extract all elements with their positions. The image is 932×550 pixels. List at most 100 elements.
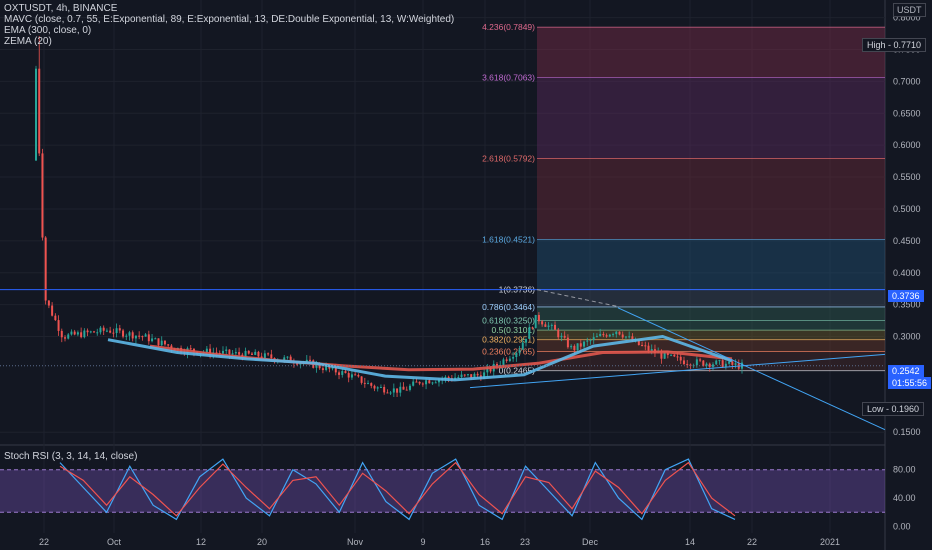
candle-body bbox=[563, 335, 566, 338]
candle-body bbox=[47, 300, 50, 306]
rsi-band-fill bbox=[0, 469, 885, 513]
x-tick-label: 22 bbox=[747, 537, 757, 547]
x-tick-label: 14 bbox=[685, 537, 695, 547]
candle-body bbox=[618, 331, 621, 335]
fib-level-label: 3.618(0.7063) bbox=[482, 72, 535, 82]
candle-body bbox=[711, 364, 714, 367]
candle-body bbox=[554, 324, 557, 330]
fib-zone bbox=[537, 158, 885, 240]
candle-body bbox=[728, 361, 731, 364]
candle-body bbox=[157, 338, 160, 346]
candle-body bbox=[254, 351, 257, 355]
indicator-mavc[interactable]: MAVC (close, 0.7, 55, E:Exponential, 89,… bbox=[4, 14, 454, 25]
currency-unit[interactable]: USDT bbox=[893, 3, 926, 17]
candle-body bbox=[70, 331, 73, 335]
candle-body bbox=[286, 356, 289, 358]
candle-body bbox=[238, 352, 241, 355]
candle-body bbox=[505, 359, 508, 361]
candle-body bbox=[583, 341, 586, 347]
y-tick-label: 0.6500 bbox=[893, 108, 921, 118]
candle-body bbox=[595, 336, 598, 338]
candle-body bbox=[270, 354, 273, 359]
candle-body bbox=[528, 327, 531, 339]
candle-body bbox=[715, 360, 718, 365]
candle-body bbox=[234, 352, 237, 354]
y-tick-label: 0.1500 bbox=[893, 427, 921, 437]
symbol-title[interactable]: OXTUSDT, 4h, BINANCE bbox=[4, 3, 454, 14]
candle-body bbox=[676, 356, 679, 358]
candle-body bbox=[321, 368, 324, 371]
candle-body bbox=[154, 338, 157, 340]
candle-body bbox=[695, 359, 698, 366]
candle-body bbox=[147, 334, 150, 342]
candle-body bbox=[228, 349, 231, 355]
candle-body bbox=[708, 363, 711, 367]
candle-body bbox=[112, 332, 115, 334]
candle-body bbox=[599, 333, 602, 337]
candle-body bbox=[396, 388, 399, 393]
fib-level-label: 0.618(0.3250) bbox=[482, 316, 535, 326]
candle-body bbox=[399, 386, 402, 393]
candle-body bbox=[679, 356, 682, 361]
candle-body bbox=[476, 373, 479, 376]
chart-canvas[interactable]: 4.236(0.7849) 3.618(0.7063) 2.618(0.5792) 1… bbox=[0, 0, 932, 550]
candle-body bbox=[379, 386, 382, 388]
candle-body bbox=[621, 334, 624, 338]
candle-body bbox=[670, 354, 673, 356]
candle-body bbox=[682, 360, 685, 365]
candle-body bbox=[579, 343, 582, 347]
x-tick-label: 16 bbox=[480, 537, 490, 547]
candle-body bbox=[663, 352, 666, 359]
candle-body bbox=[93, 331, 96, 333]
x-tick-label: 22 bbox=[39, 537, 49, 547]
candle-body bbox=[550, 324, 553, 326]
candle-body bbox=[373, 385, 376, 389]
candle-body bbox=[644, 345, 647, 347]
candle-body bbox=[105, 330, 108, 332]
indicator-ema[interactable]: EMA (300, close, 0) bbox=[4, 25, 454, 36]
candle-body bbox=[470, 374, 473, 378]
candle-body bbox=[357, 375, 360, 377]
candle-body bbox=[383, 386, 386, 393]
candle-body bbox=[408, 385, 411, 390]
indicator-zema[interactable]: ZEMA (20) bbox=[4, 36, 454, 47]
candle-body bbox=[466, 374, 469, 376]
chart-legend: OXTUSDT, 4h, BINANCE MAVC (close, 0.7, 5… bbox=[4, 3, 454, 47]
candle-body bbox=[515, 352, 518, 358]
candle-body bbox=[89, 331, 92, 333]
candle-body bbox=[76, 332, 79, 335]
fib-level-label: 0.786(0.3464) bbox=[482, 302, 535, 312]
candle-body bbox=[460, 374, 463, 378]
candle-body bbox=[350, 374, 353, 378]
candle-body bbox=[250, 353, 253, 355]
candle-body bbox=[167, 344, 170, 346]
candle-body bbox=[421, 383, 424, 385]
candle-body bbox=[624, 336, 627, 338]
stoch-rsi-title[interactable]: Stoch RSI (3, 3, 14, 14, close) bbox=[4, 451, 137, 462]
bar-countdown: 01:55:56 bbox=[888, 377, 932, 389]
candle-body bbox=[418, 381, 421, 384]
candle-body bbox=[257, 351, 260, 357]
candle-body bbox=[125, 335, 128, 337]
candle-body bbox=[534, 314, 537, 329]
hline-level-tag: 0.3736 bbox=[888, 290, 924, 302]
fib-zone bbox=[537, 320, 885, 331]
candle-body bbox=[144, 334, 147, 337]
candle-body bbox=[537, 314, 540, 322]
x-tick-label: 12 bbox=[196, 537, 206, 547]
candle-body bbox=[389, 392, 392, 394]
candle-body bbox=[457, 377, 460, 379]
y-tick-label: 0.4500 bbox=[893, 236, 921, 246]
low-price-tag: Low - 0.1960 bbox=[862, 402, 925, 416]
candle-body bbox=[38, 68, 41, 154]
rsi-y-tick-label: 80.00 bbox=[893, 465, 916, 475]
candle-body bbox=[425, 380, 428, 385]
y-tick-label: 0.5000 bbox=[893, 204, 921, 214]
candle-body bbox=[338, 372, 341, 375]
x-tick-label: Nov bbox=[347, 537, 364, 547]
candle-body bbox=[412, 381, 415, 386]
candle-body bbox=[602, 333, 605, 336]
candle-body bbox=[392, 388, 395, 393]
candle-body bbox=[463, 374, 466, 376]
candle-body bbox=[512, 357, 515, 359]
